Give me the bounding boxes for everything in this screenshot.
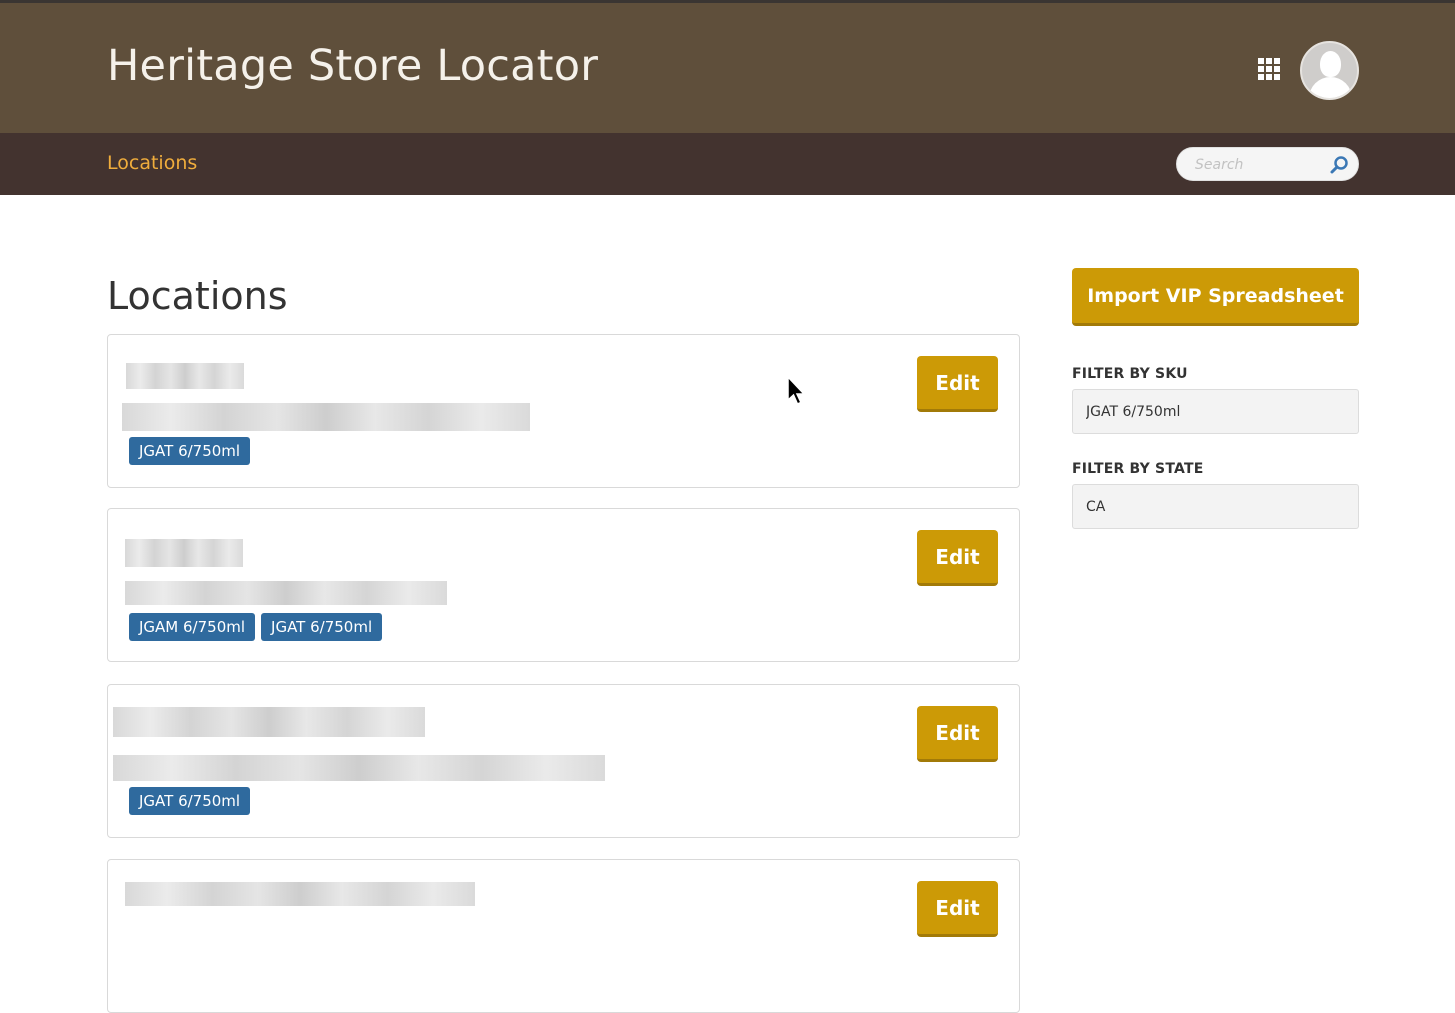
location-card: Edit	[107, 859, 1020, 1013]
location-address-redacted	[122, 403, 530, 431]
sku-tag: JGAM 6/750ml	[129, 613, 256, 641]
location-address-redacted	[125, 581, 447, 605]
location-name-redacted	[113, 707, 425, 737]
app-header: Heritage Store Locator	[0, 3, 1455, 133]
sku-tag: JGAT 6/750ml	[261, 613, 383, 641]
location-card: JGAT 6/750ml Edit	[107, 684, 1020, 838]
location-card: JGAM 6/750ml JGAT 6/750ml Edit	[107, 508, 1020, 662]
sku-tags: JGAT 6/750ml	[129, 437, 251, 465]
edit-button[interactable]: Edit	[917, 881, 998, 937]
import-vip-spreadsheet-button[interactable]: Import VIP Spreadsheet	[1072, 268, 1359, 326]
filter-sku-input[interactable]	[1072, 389, 1359, 434]
sku-tags: JGAM 6/750ml JGAT 6/750ml	[129, 613, 383, 641]
nav-bar: Locations	[0, 133, 1455, 195]
page-title: Locations	[107, 274, 288, 318]
filter-state-label: FILTER BY STATE	[1072, 461, 1204, 477]
edit-button[interactable]: Edit	[917, 356, 998, 412]
search-input[interactable]	[1195, 155, 1325, 175]
mouse-pointer-icon	[787, 376, 806, 405]
filter-state-input[interactable]	[1072, 484, 1359, 529]
user-avatar[interactable]	[1300, 41, 1359, 100]
search-icon[interactable]	[1329, 155, 1349, 175]
edit-button[interactable]: Edit	[917, 706, 998, 762]
sku-tag: JGAT 6/750ml	[129, 787, 251, 815]
sku-tags: JGAT 6/750ml	[129, 787, 251, 815]
location-name-redacted	[126, 363, 244, 389]
edit-button[interactable]: Edit	[917, 530, 998, 586]
location-name-redacted	[125, 539, 243, 567]
location-name-redacted	[125, 882, 475, 906]
avatar-body-icon	[1309, 77, 1352, 98]
apps-grid-icon[interactable]	[1258, 58, 1280, 80]
location-address-redacted	[113, 755, 605, 781]
app-title: Heritage Store Locator	[107, 41, 599, 91]
filter-sku-label: FILTER BY SKU	[1072, 366, 1188, 382]
search-box	[1176, 147, 1359, 181]
sku-tag: JGAT 6/750ml	[129, 437, 251, 465]
nav-link-locations[interactable]: Locations	[107, 152, 197, 174]
avatar-head-icon	[1320, 51, 1341, 77]
location-card: JGAT 6/750ml Edit	[107, 334, 1020, 488]
